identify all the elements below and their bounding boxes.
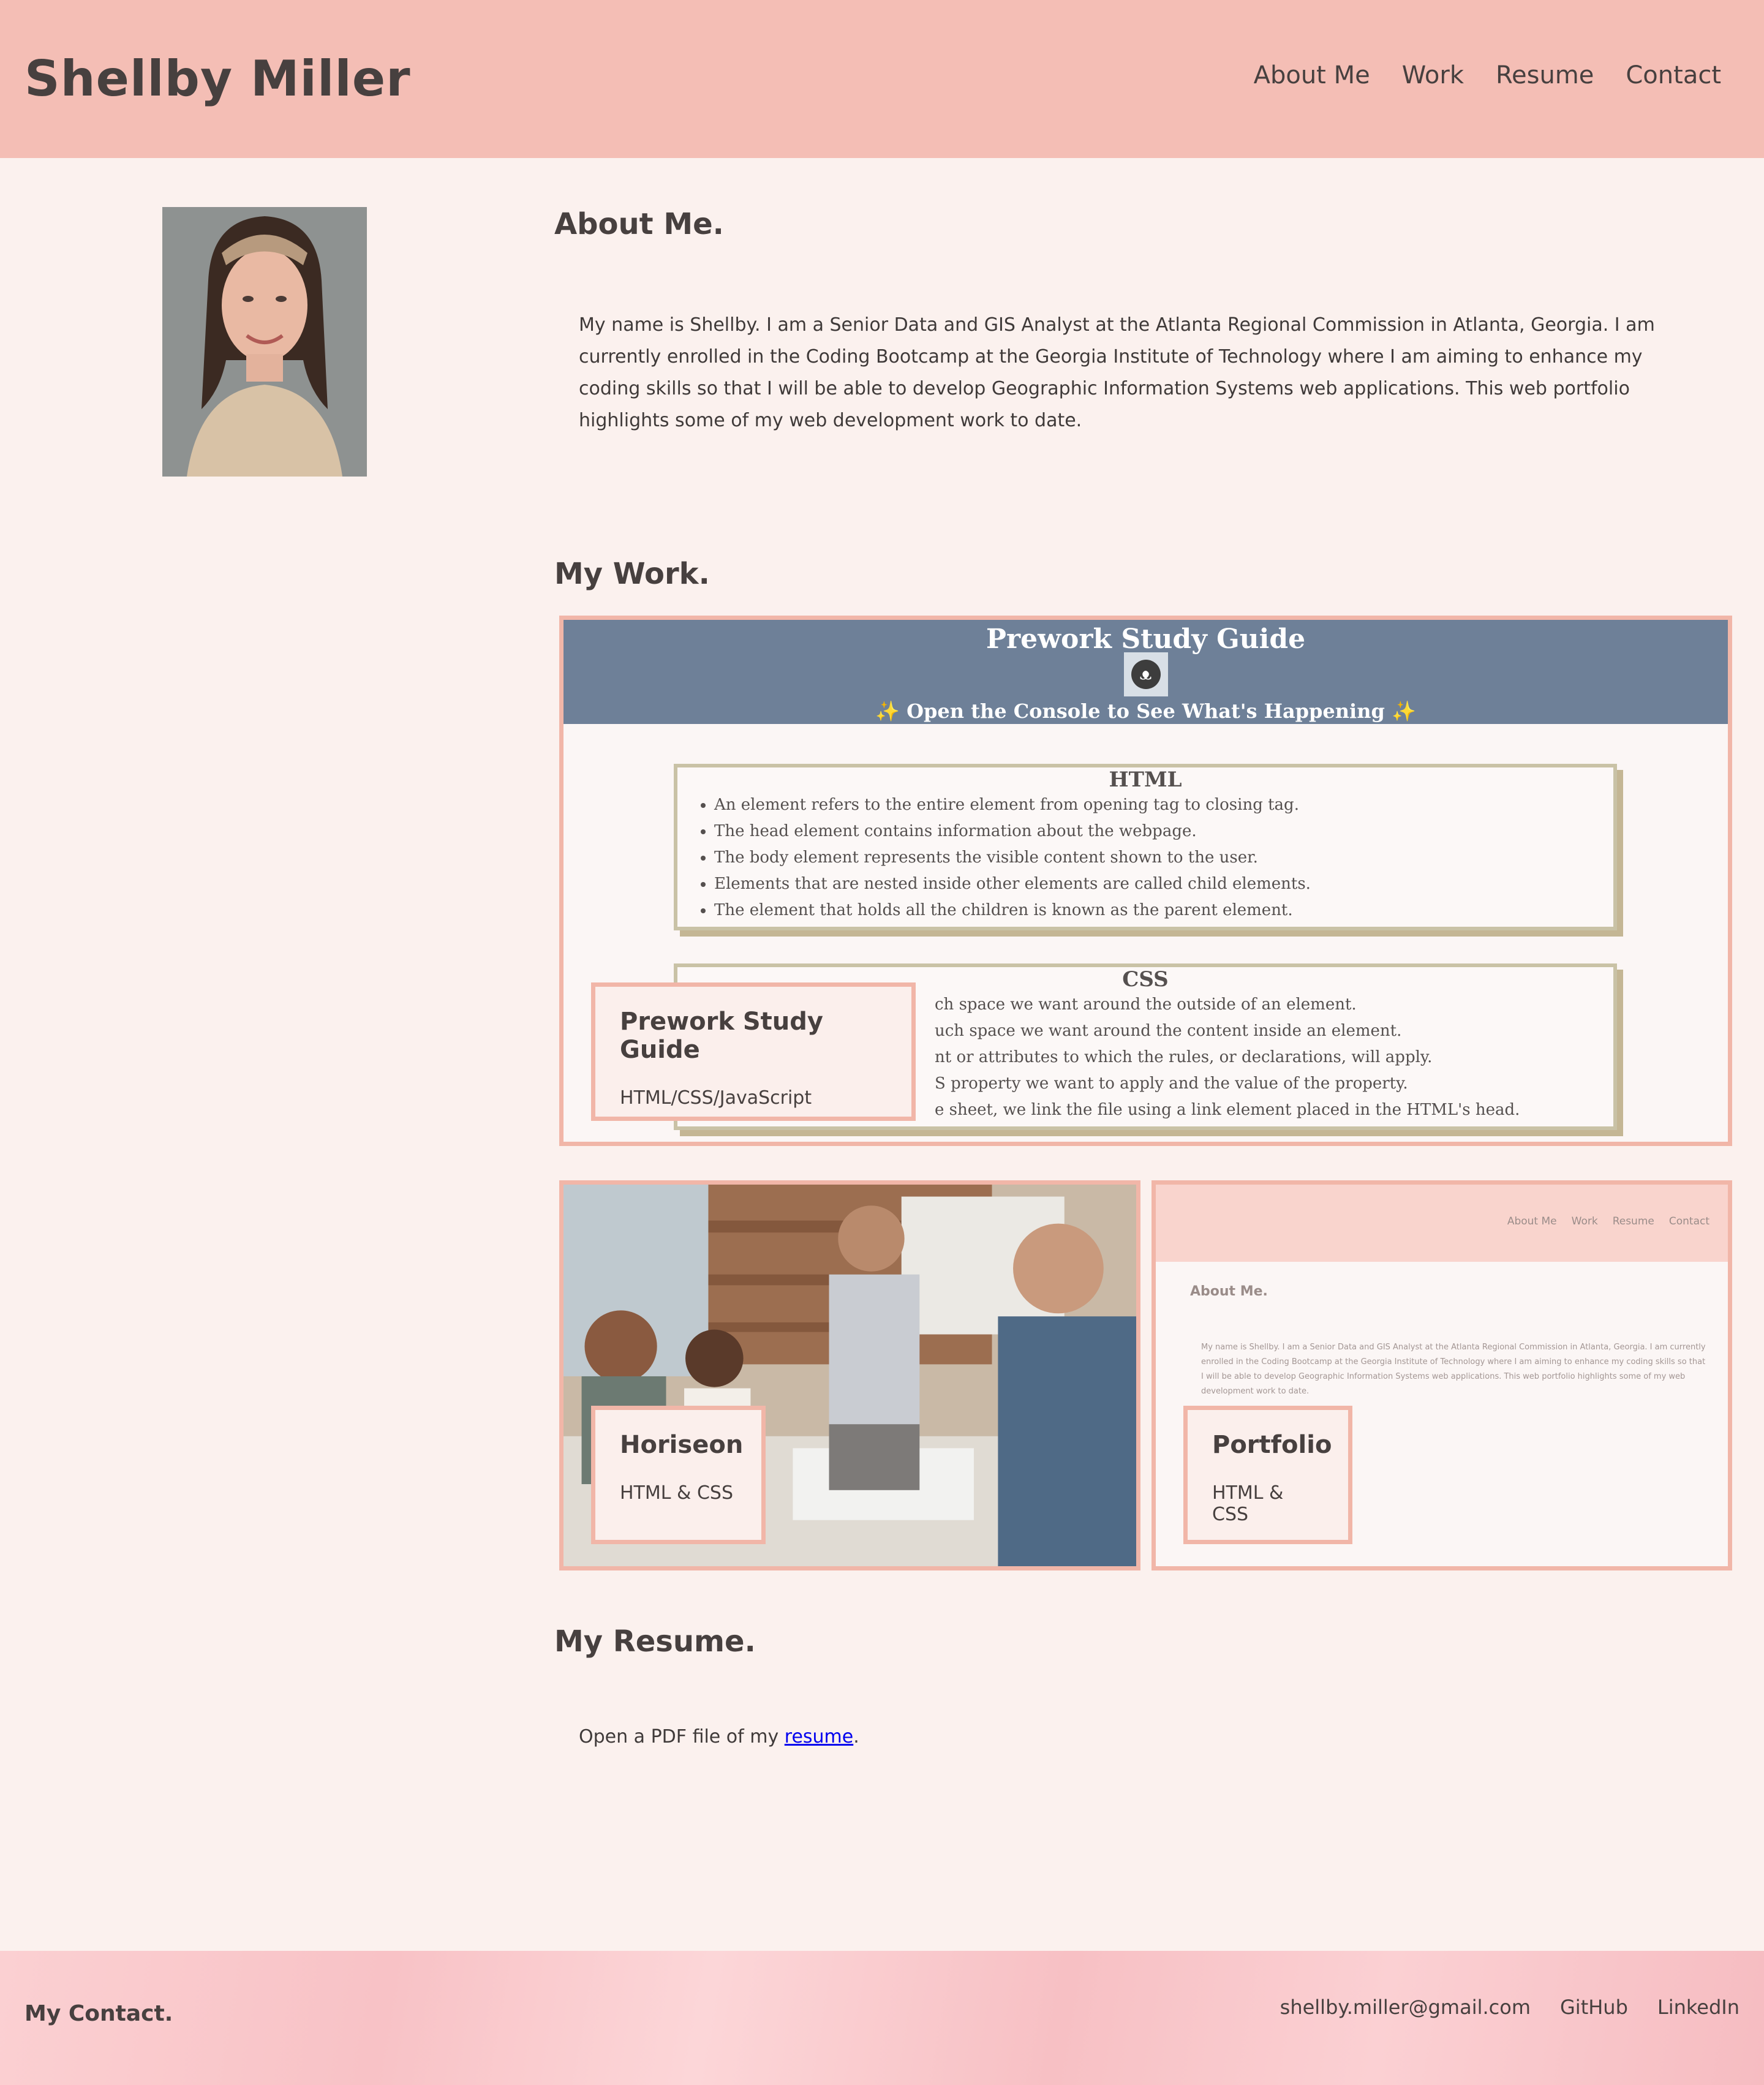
list-item: e sheet, we link the file using a link e…: [935, 1101, 1520, 1119]
footer-title: My Contact.: [24, 2001, 173, 2026]
nav-resume[interactable]: Resume: [1496, 61, 1594, 89]
project-title: Prework Study Guide: [620, 1008, 823, 1064]
project-label-study-guide[interactable]: Prework Study Guide HTML/CSS/JavaScript: [591, 982, 916, 1121]
project-card-study-guide[interactable]: Prework Study Guide ᴥ ✨ Open the Console…: [559, 616, 1732, 1146]
list-item: The body element represents the visible …: [714, 845, 1613, 871]
footer-github-link[interactable]: GitHub: [1560, 1996, 1628, 2019]
resume-heading: My Resume.: [554, 1624, 756, 1659]
project-title: Horiseon: [620, 1431, 744, 1459]
project-tech: HTML & CSS: [1212, 1482, 1284, 1525]
portfolio-preview-nav: About Me Work Resume Contact: [1507, 1215, 1709, 1227]
work-heading: My Work.: [554, 557, 710, 591]
study-guide-html-box: HTML An element refers to the entire ele…: [674, 764, 1617, 930]
footer-links: shellby.miller@gmail.com GitHub LinkedIn: [1280, 1996, 1740, 2019]
list-item: ch space we want around the outside of a…: [935, 995, 1357, 1014]
portfolio-preview-nav-item: Resume: [1612, 1215, 1654, 1227]
study-guide-preview-console: ✨ Open the Console to See What's Happeni…: [875, 699, 1416, 723]
list-item: Elements that are nested inside other el…: [714, 871, 1613, 897]
project-title: Portfolio: [1212, 1431, 1332, 1459]
portfolio-preview-heading: About Me.: [1190, 1284, 1268, 1299]
main-nav: About Me Work Resume Contact: [1254, 61, 1721, 89]
list-item: S property we want to apply and the valu…: [935, 1074, 1408, 1093]
portfolio-preview-nav-item: About Me: [1507, 1215, 1557, 1227]
profile-photo: [162, 207, 367, 477]
study-guide-preview-header: Prework Study Guide ᴥ ✨ Open the Console…: [564, 620, 1728, 724]
portfolio-preview-header: About Me Work Resume Contact: [1156, 1185, 1728, 1262]
portfolio-preview-nav-item: Work: [1571, 1215, 1598, 1227]
about-text: My name is Shellby. I am a Senior Data a…: [579, 314, 1655, 431]
list-item: The head element contains information ab…: [714, 818, 1613, 845]
nav-work[interactable]: Work: [1402, 61, 1464, 89]
resume-text-after: .: [853, 1726, 859, 1748]
project-tech: HTML/CSS/JavaScript: [620, 1087, 812, 1109]
study-guide-preview-title: Prework Study Guide: [986, 624, 1306, 655]
project-label-portfolio[interactable]: Portfolio HTML & CSS: [1183, 1406, 1352, 1544]
project-card-portfolio[interactable]: About Me Work Resume Contact About Me. M…: [1152, 1180, 1732, 1570]
resume-text: Open a PDF file of my resume.: [579, 1726, 859, 1748]
project-tech: HTML & CSS: [620, 1482, 733, 1504]
about-heading: About Me.: [554, 207, 724, 241]
resume-link[interactable]: resume: [785, 1726, 853, 1748]
portfolio-preview-text: My name is Shellby. I am a Senior Data a…: [1201, 1343, 1706, 1396]
nav-about-me[interactable]: About Me: [1254, 61, 1370, 89]
list-item: uch space we want around the content ins…: [935, 1022, 1402, 1040]
nav-contact[interactable]: Contact: [1626, 61, 1721, 89]
footer-email-link[interactable]: shellby.miller@gmail.com: [1280, 1996, 1531, 2019]
cat-logo-icon: ᴥ: [1123, 652, 1168, 696]
project-card-horiseon[interactable]: Horiseon HTML & CSS: [559, 1180, 1140, 1570]
resume-text-before: Open a PDF file of my: [579, 1726, 785, 1748]
footer-linkedin-link[interactable]: LinkedIn: [1657, 1996, 1740, 2019]
study-guide-html-heading: HTML: [1109, 767, 1182, 792]
site-header: Shellby Miller About Me Work Resume Cont…: [0, 0, 1764, 158]
portfolio-preview-nav-item: Contact: [1668, 1215, 1709, 1227]
project-label-horiseon[interactable]: Horiseon HTML & CSS: [591, 1406, 766, 1544]
list-item: An element refers to the entire element …: [714, 792, 1613, 818]
list-item: The element that holds all the children …: [714, 897, 1613, 924]
site-title: Shellby Miller: [24, 50, 411, 107]
site-footer: My Contact. shellby.miller@gmail.com Git…: [0, 1951, 1764, 2085]
list-item: nt or attributes to which the rules, or …: [935, 1048, 1433, 1066]
